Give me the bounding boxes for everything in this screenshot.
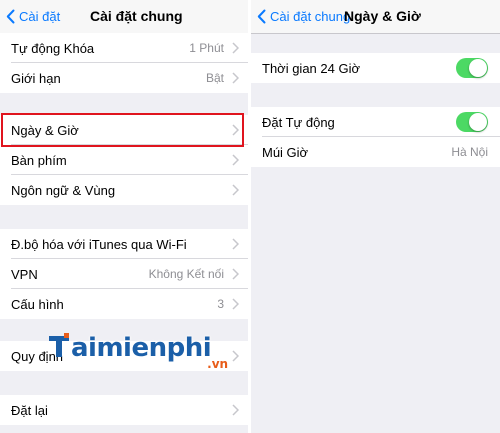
chevron-right-icon (232, 350, 239, 362)
date-time-screen: Cài đặt chung Ngày & Giờ Thời gian 24 Gi… (251, 0, 500, 433)
chevron-right-icon (232, 72, 239, 84)
row-reset[interactable]: Đặt lại (0, 395, 248, 425)
row-label: Đặt Tự động (262, 114, 335, 130)
row-vpn[interactable]: VPN Không Kết nối (0, 259, 248, 289)
row-set-automatically: Đặt Tự động (251, 107, 500, 137)
row-label: Đặt lại (11, 402, 48, 418)
page-title: Ngày & Giờ (344, 8, 421, 24)
watermark-logo: aimienphi .vn (48, 333, 228, 371)
row-value: Không Kết nối (148, 267, 224, 281)
nav-bar: Cài đặt Cài đặt chung (0, 0, 248, 34)
toggle-set-automatically[interactable] (456, 112, 488, 132)
back-label: Cài đặt chung (270, 9, 351, 24)
page-title: Cài đặt chung (90, 8, 183, 24)
chevron-right-icon (232, 404, 239, 416)
row-keyboard[interactable]: Bàn phím (0, 145, 248, 175)
row-label: Múi Giờ (262, 144, 309, 160)
row-value: 3 (217, 297, 224, 311)
row-date-time[interactable]: Ngày & Giờ (0, 115, 248, 145)
row-label: Bàn phím (11, 152, 67, 168)
row-value: Bật (205, 71, 224, 85)
general-settings-screen: Cài đặt Cài đặt chung Tự động Khóa 1 Phú… (0, 0, 248, 433)
chevron-right-icon (232, 298, 239, 310)
row-24-hour-time: Thời gian 24 Giờ (251, 53, 500, 83)
row-auto-lock[interactable]: Tự động Khóa 1 Phút (0, 33, 248, 63)
watermark-domain: .vn (207, 357, 229, 371)
row-time-zone[interactable]: Múi Giờ Hà Nội (251, 137, 500, 167)
row-restrictions[interactable]: Giới hạn Bật (0, 63, 248, 93)
row-itunes-wifi-sync[interactable]: Đ.bộ hóa với iTunes qua Wi-Fi (0, 229, 248, 259)
row-label: Cấu hình (11, 296, 64, 312)
nav-bar: Cài đặt chung Ngày & Giờ (251, 0, 500, 34)
chevron-left-icon (257, 9, 266, 24)
chevron-right-icon (232, 184, 239, 196)
chevron-right-icon (232, 154, 239, 166)
chevron-left-icon (6, 9, 15, 24)
watermark-text: aimienphi (71, 333, 212, 363)
row-value: 1 Phút (189, 41, 224, 55)
logo-t-icon (48, 333, 70, 359)
chevron-right-icon (232, 238, 239, 250)
chevron-right-icon (232, 268, 239, 280)
chevron-right-icon (232, 42, 239, 54)
row-label: VPN (11, 266, 38, 282)
row-profiles[interactable]: Cấu hình 3 (0, 289, 248, 319)
back-button[interactable]: Cài đặt chung (257, 0, 350, 33)
back-button[interactable]: Cài đặt (6, 0, 60, 33)
row-language-region[interactable]: Ngôn ngữ & Vùng (0, 175, 248, 205)
toggle-24-hour[interactable] (456, 58, 488, 78)
row-value: Hà Nội (451, 145, 488, 159)
chevron-right-icon (232, 124, 239, 136)
row-label: Giới hạn (11, 70, 61, 86)
row-label: Thời gian 24 Giờ (262, 60, 360, 76)
row-label: Ngôn ngữ & Vùng (11, 182, 116, 198)
row-label: Đ.bộ hóa với iTunes qua Wi-Fi (11, 236, 187, 252)
row-label: Ngày & Giờ (11, 122, 79, 138)
row-label: Tự động Khóa (11, 40, 95, 56)
back-label: Cài đặt (19, 9, 61, 24)
